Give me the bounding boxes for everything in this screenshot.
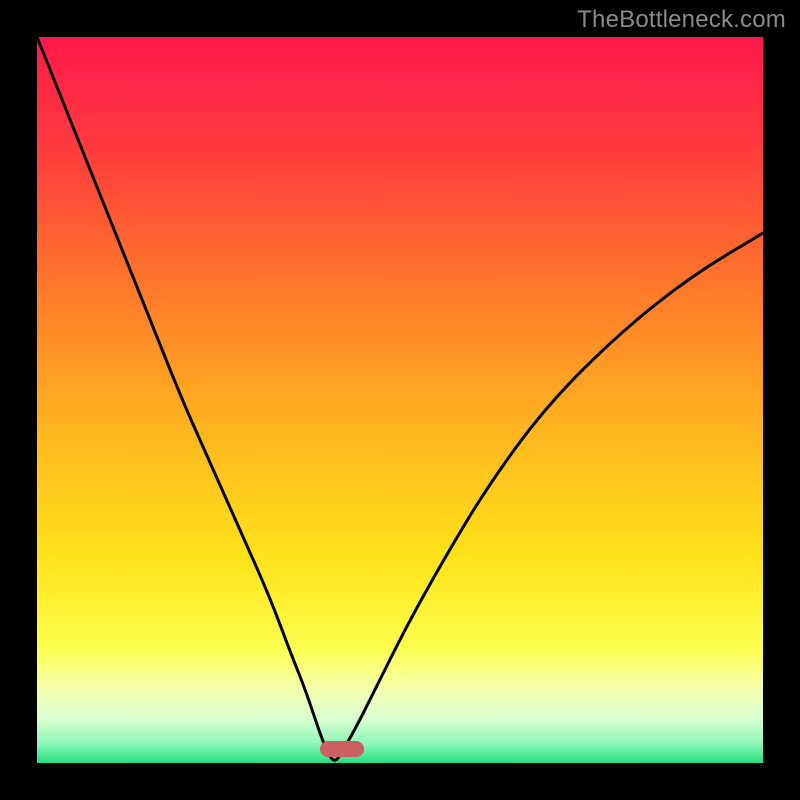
- plot-area: [37, 37, 763, 763]
- optimum-marker: [320, 741, 364, 757]
- chart-frame: TheBottleneck.com: [0, 0, 800, 800]
- gradient-background: [37, 37, 763, 763]
- watermark-text: TheBottleneck.com: [577, 6, 786, 34]
- gradient-plot: [37, 37, 763, 763]
